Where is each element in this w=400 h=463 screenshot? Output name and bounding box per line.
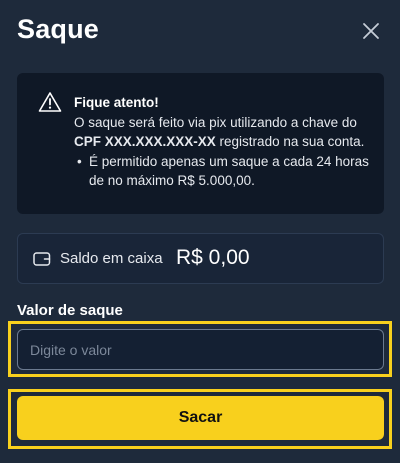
warning-triangle-icon [38, 92, 62, 112]
withdraw-amount-input[interactable] [17, 329, 384, 370]
modal-title: Saque [17, 14, 100, 44]
bullet-dot: • [77, 153, 82, 169]
wallet-icon [33, 252, 51, 266]
balance-label: Saldo em caixa [60, 250, 163, 267]
balance-card: Saldo em caixa R$ 0,00 [17, 233, 384, 284]
warning-line-2: CPF XXX.XXX.XXX-XX registrado na sua con… [74, 132, 379, 152]
warning-line-1: O saque será feito via pix utilizando a … [74, 114, 357, 130]
warning-bullet: • É permitido apenas um saque a cada 24 … [74, 152, 379, 191]
warning-panel: Fique atento! O saque será feito via pix… [17, 73, 384, 214]
warning-cpf: CPF XXX.XXX.XXX-XX [74, 134, 216, 149]
close-icon[interactable] [360, 20, 382, 42]
warning-text: Fique atento! O saque será feito via pix… [74, 93, 379, 191]
warning-line-2-rest: registrado na sua conta. [215, 134, 365, 149]
warning-title: Fique atento! [74, 95, 159, 110]
balance-value: R$ 0,00 [176, 246, 250, 269]
warning-bullet-text: É permitido apenas um saque a cada 24 ho… [89, 153, 369, 189]
withdraw-button[interactable]: Sacar [17, 396, 384, 440]
withdraw-amount-label: Valor de saque [17, 302, 123, 319]
